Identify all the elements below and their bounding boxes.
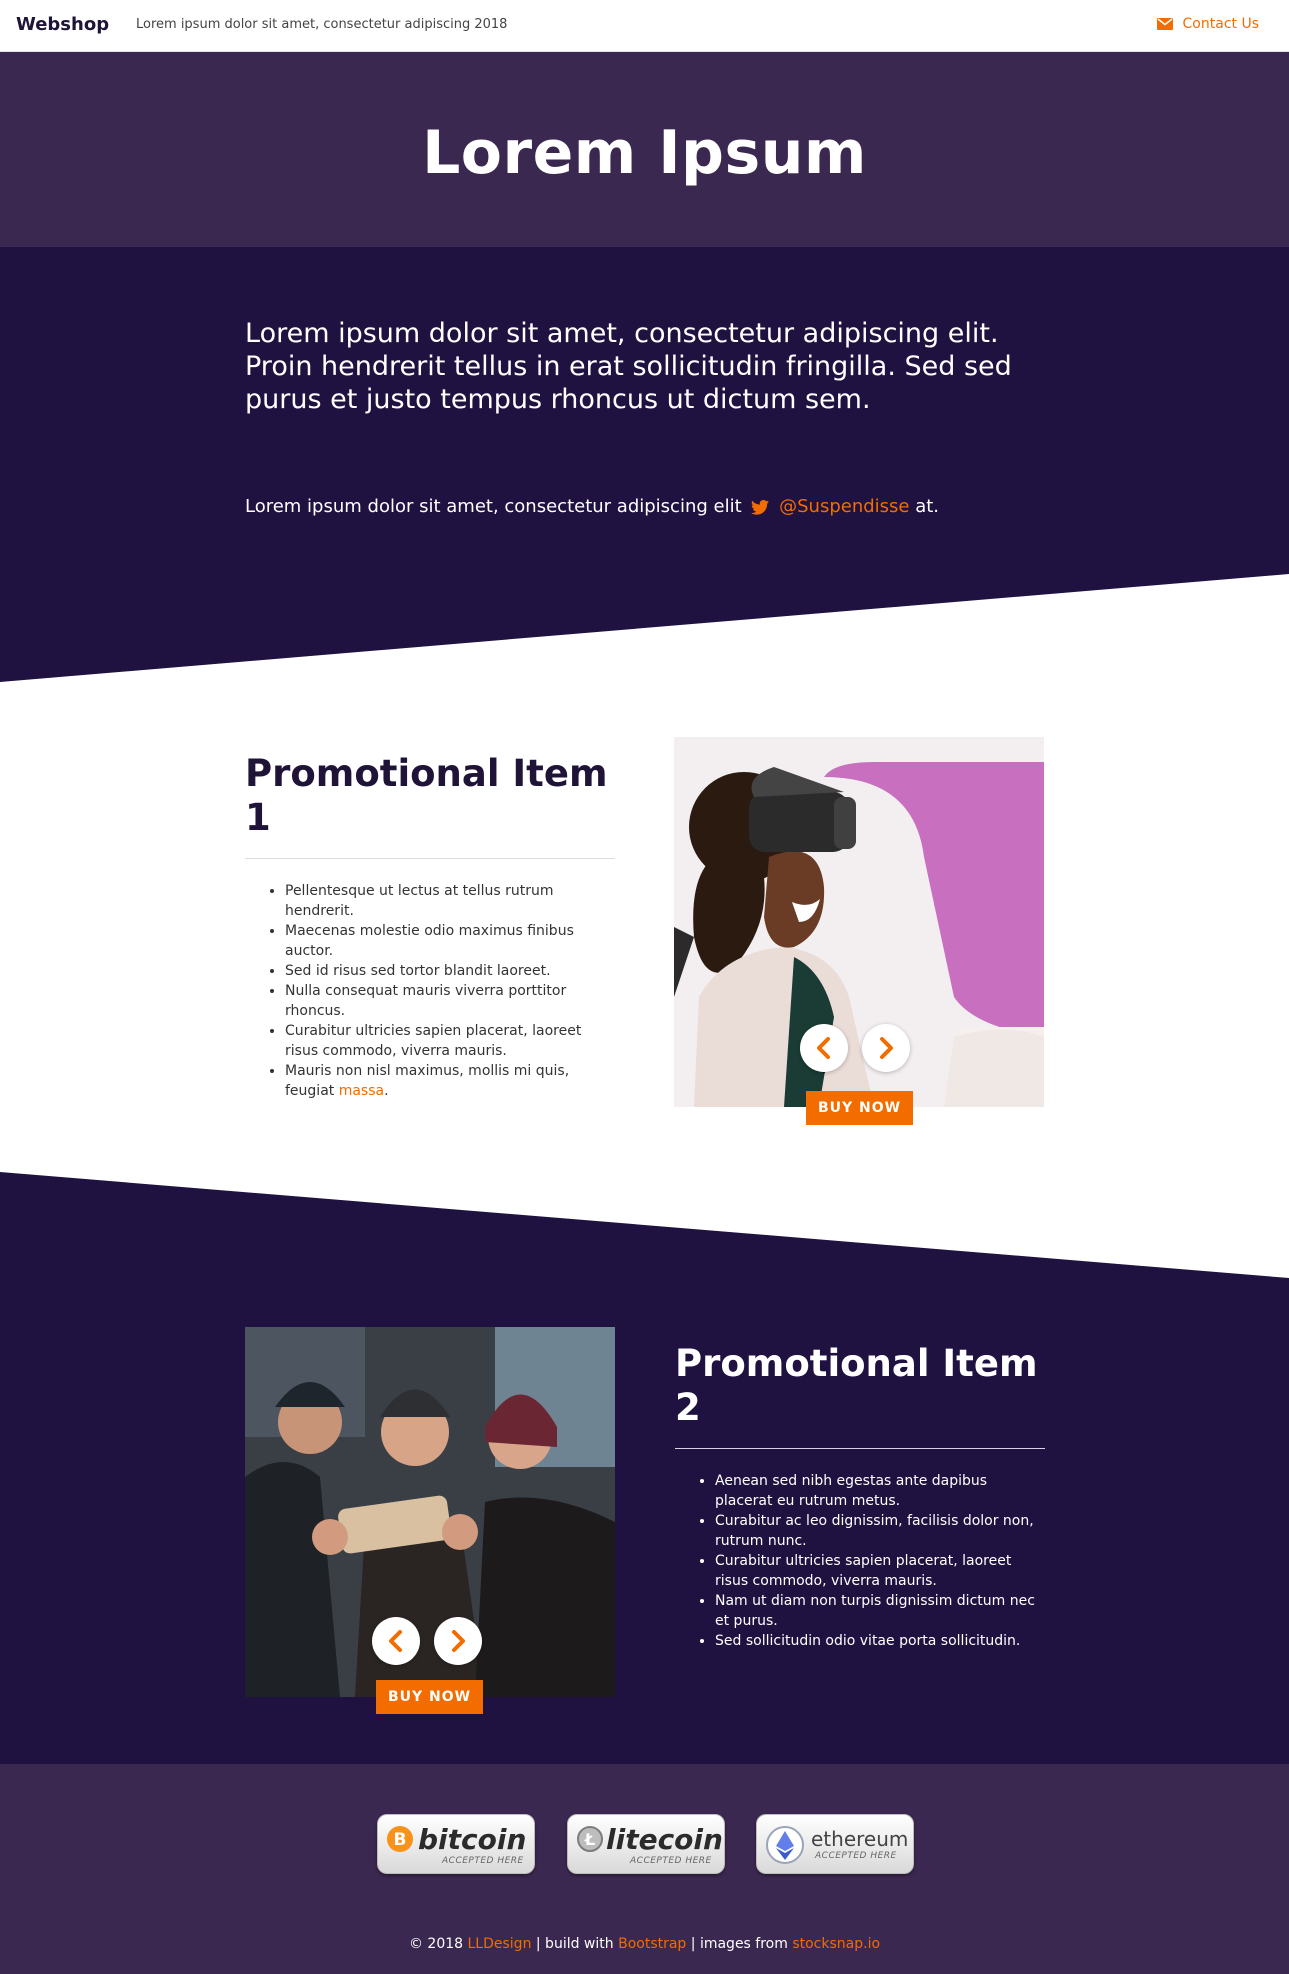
promo2-feature-list: Aenean sed nibh egestas ante dapibus pla… — [675, 1471, 1045, 1651]
section-divider — [0, 574, 1289, 688]
contact-us-label: Contact Us — [1182, 16, 1259, 32]
mail-icon — [1156, 18, 1173, 30]
litecoin-badge: Ł litecoin ACCEPTED HERE — [567, 1814, 725, 1874]
brand-logo[interactable]: Webshop — [16, 14, 109, 35]
chevron-right-icon — [878, 1037, 894, 1059]
list-item: Curabitur ultricies sapien placerat, lao… — [285, 1021, 615, 1061]
badge-sub: ACCEPTED HERE — [815, 1851, 897, 1861]
badge-name: bitcoin — [418, 1823, 527, 1856]
list-item: Curabitur ultricies sapien placerat, lao… — [715, 1551, 1045, 1591]
promo2-title: Promotional Item 2 — [675, 1342, 1038, 1429]
stocksnap-link[interactable]: stocksnap.io — [792, 1936, 880, 1952]
carousel-prev-button[interactable] — [372, 1617, 420, 1665]
hero-section: Lorem Ipsum — [0, 52, 1289, 247]
ethereum-badge: ethereum ACCEPTED HERE — [756, 1814, 914, 1874]
contact-us-link[interactable]: Contact Us — [1156, 16, 1259, 32]
list-item-text: Mauris non nisl maximus, mollis mi quis,… — [285, 1063, 570, 1099]
list-item: Nam ut diam non turpis dignissim dictum … — [715, 1591, 1045, 1631]
tweet-suffix: at. — [909, 496, 940, 517]
promo2-buy-now-button[interactable]: BUY NOW — [376, 1680, 483, 1714]
badge-name: litecoin — [606, 1823, 723, 1856]
credits-mid2: | images from — [686, 1936, 793, 1952]
hero-title: Lorem Ipsum — [422, 118, 867, 188]
promo1-title: Promotional Item 1 — [245, 752, 608, 839]
promo1-content: Promotional Item 1 Pellentesque ut lectu… — [245, 752, 615, 1101]
promo1-product-image — [674, 737, 1044, 1107]
footer-credits: © 2018 LLDesign | build with Bootstrap |… — [0, 1936, 1289, 1952]
bitcoin-icon: B — [386, 1825, 414, 1857]
tweet-prefix: Lorem ipsum dolor sit amet, consectetur … — [245, 496, 742, 517]
section-divider — [0, 1172, 1289, 1278]
lldesign-link[interactable]: LLDesign — [468, 1936, 532, 1952]
intro-tweet: Lorem ipsum dolor sit amet, consectetur … — [245, 496, 939, 520]
list-item: Nulla consequat mauris viverra porttitor… — [285, 981, 615, 1021]
promo2-divider — [675, 1448, 1045, 1449]
list-item: Maecenas molestie odio maximus finibus a… — [285, 921, 615, 961]
chevron-right-icon — [450, 1630, 466, 1652]
litecoin-icon: Ł — [576, 1825, 604, 1857]
list-item-end: . — [384, 1083, 389, 1099]
list-item: Sed sollicitudin odio vitae porta sollic… — [715, 1631, 1045, 1651]
list-item: Sed id risus sed tortor blandit laoreet. — [285, 961, 615, 981]
bootstrap-link[interactable]: Bootstrap — [618, 1936, 686, 1952]
promo2-product-image — [245, 1327, 615, 1697]
svg-text:Ł: Ł — [584, 1830, 595, 1849]
massa-link[interactable]: massa — [339, 1083, 384, 1099]
promo1-feature-list: Pellentesque ut lectus at tellus rutrum … — [245, 881, 615, 1101]
promo1-divider — [245, 858, 615, 859]
badge-name: ethereum — [811, 1827, 909, 1851]
promo1-buy-now-button[interactable]: BUY NOW — [806, 1091, 913, 1125]
navbar: Webshop Lorem ipsum dolor sit amet, cons… — [0, 0, 1289, 52]
bitcoin-badge: B bitcoin ACCEPTED HERE — [377, 1814, 535, 1874]
list-item: Mauris non nisl maximus, mollis mi quis,… — [285, 1061, 615, 1101]
credits-prefix: © 2018 — [408, 1936, 468, 1952]
ethereum-icon — [765, 1825, 805, 1869]
svg-text:B: B — [394, 1830, 407, 1850]
carousel-next-button[interactable] — [434, 1617, 482, 1665]
list-item: Curabitur ac leo dignissim, facilisis do… — [715, 1511, 1045, 1551]
badge-sub: ACCEPTED HERE — [442, 1856, 524, 1866]
promo2-content: Promotional Item 2 Aenean sed nibh egest… — [675, 1342, 1045, 1651]
chevron-left-icon — [816, 1037, 832, 1059]
list-item: Pellentesque ut lectus at tellus rutrum … — [285, 881, 615, 921]
chevron-left-icon — [388, 1630, 404, 1652]
list-item: Aenean sed nibh egestas ante dapibus pla… — [715, 1471, 1045, 1511]
carousel-prev-button[interactable] — [800, 1024, 848, 1072]
twitter-handle-link[interactable]: @Suspendisse — [779, 496, 909, 517]
badge-sub: ACCEPTED HERE — [630, 1856, 712, 1866]
credits-mid1: | build with — [531, 1936, 619, 1952]
carousel-next-button[interactable] — [862, 1024, 910, 1072]
nav-tagline: Lorem ipsum dolor sit amet, consectetur … — [136, 17, 508, 32]
twitter-icon — [751, 499, 770, 520]
intro-lead: Lorem ipsum dolor sit amet, consectetur … — [245, 318, 1012, 415]
